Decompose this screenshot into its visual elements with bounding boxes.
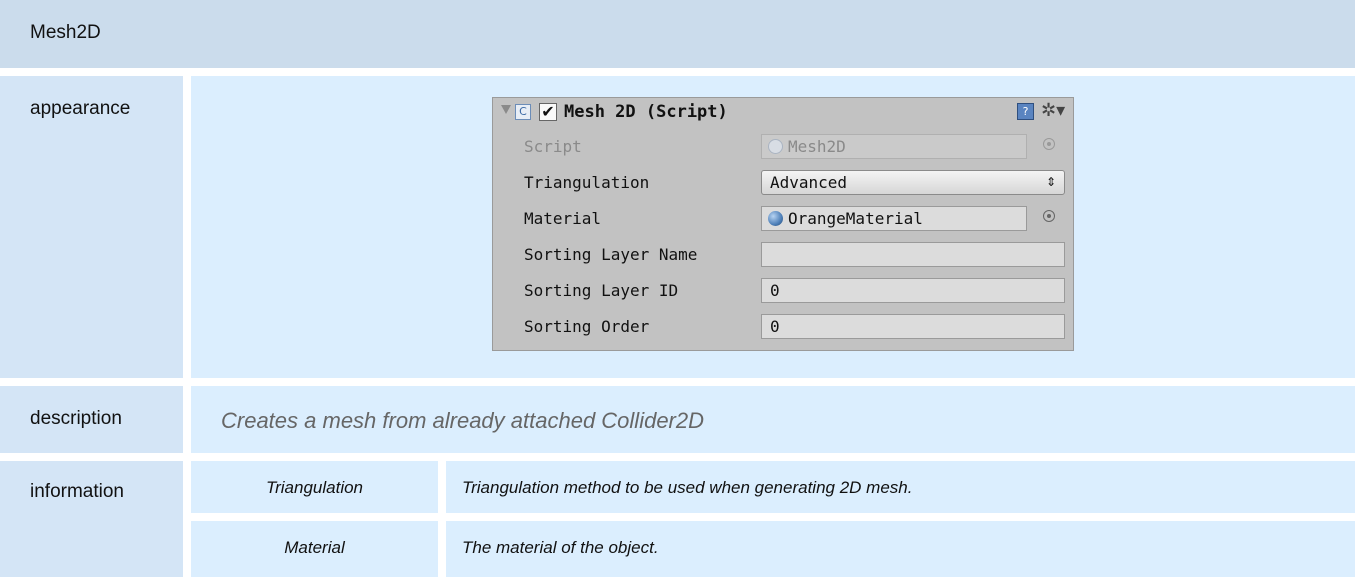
triangulation-row: Triangulation Advanced ⇕	[493, 168, 1073, 198]
sorting-layer-name-input[interactable]	[761, 242, 1065, 267]
script-field: Mesh2D	[761, 134, 1027, 159]
material-row: Material OrangeMaterial	[493, 204, 1073, 234]
triangulation-label: Triangulation	[524, 173, 650, 192]
csharp-script-icon: C	[515, 104, 531, 120]
object-picker-icon	[1043, 138, 1055, 150]
appearance-label: appearance	[0, 76, 183, 378]
sorting-layer-id-input[interactable]: 0	[761, 278, 1065, 303]
sorting-layer-id-row: Sorting Layer ID 0	[493, 276, 1073, 306]
object-picker-icon[interactable]	[1043, 210, 1055, 222]
component-header: C ✔ Mesh 2D (Script) ? ✲▾	[493, 98, 1073, 128]
triangulation-value: Advanced	[770, 173, 848, 192]
sorting-order-label: Sorting Order	[524, 317, 650, 336]
component-enabled-checkbox[interactable]: ✔	[539, 103, 557, 121]
triangulation-dropdown[interactable]: Advanced ⇕	[761, 170, 1065, 195]
sorting-order-input[interactable]: 0	[761, 314, 1065, 339]
foldout-arrow-icon[interactable]	[501, 105, 511, 114]
information-label: information	[0, 461, 183, 577]
material-sphere-icon	[768, 211, 783, 226]
gear-icon[interactable]: ✲▾	[1041, 100, 1065, 121]
sorting-layer-name-label: Sorting Layer Name	[524, 245, 698, 264]
info-row-name: Material	[191, 521, 438, 577]
sorting-order-row: Sorting Order 0	[493, 312, 1073, 342]
help-book-icon[interactable]: ?	[1017, 103, 1034, 120]
component-inspector: C ✔ Mesh 2D (Script) ? ✲▾ Script Mesh2D …	[492, 97, 1074, 351]
script-label: Script	[524, 137, 582, 156]
material-field[interactable]: OrangeMaterial	[761, 206, 1027, 231]
material-value: OrangeMaterial	[788, 209, 923, 228]
material-label: Material	[524, 209, 602, 228]
script-asset-icon	[768, 139, 783, 154]
component-title: Mesh 2D (Script)	[564, 102, 728, 122]
info-row-description: The material of the object.	[446, 521, 1355, 577]
description-text: Creates a mesh from already attached Col…	[191, 386, 1355, 453]
info-row-name: Triangulation	[191, 461, 438, 513]
sorting-layer-name-row: Sorting Layer Name	[493, 240, 1073, 270]
description-label: description	[0, 386, 183, 453]
sorting-layer-id-label: Sorting Layer ID	[524, 281, 679, 300]
script-row: Script Mesh2D	[493, 132, 1073, 162]
page-title: Mesh2D	[0, 0, 1355, 68]
info-row-description: Triangulation method to be used when gen…	[446, 461, 1355, 513]
dropdown-arrows-icon: ⇕	[1045, 175, 1056, 189]
script-value: Mesh2D	[788, 137, 846, 156]
